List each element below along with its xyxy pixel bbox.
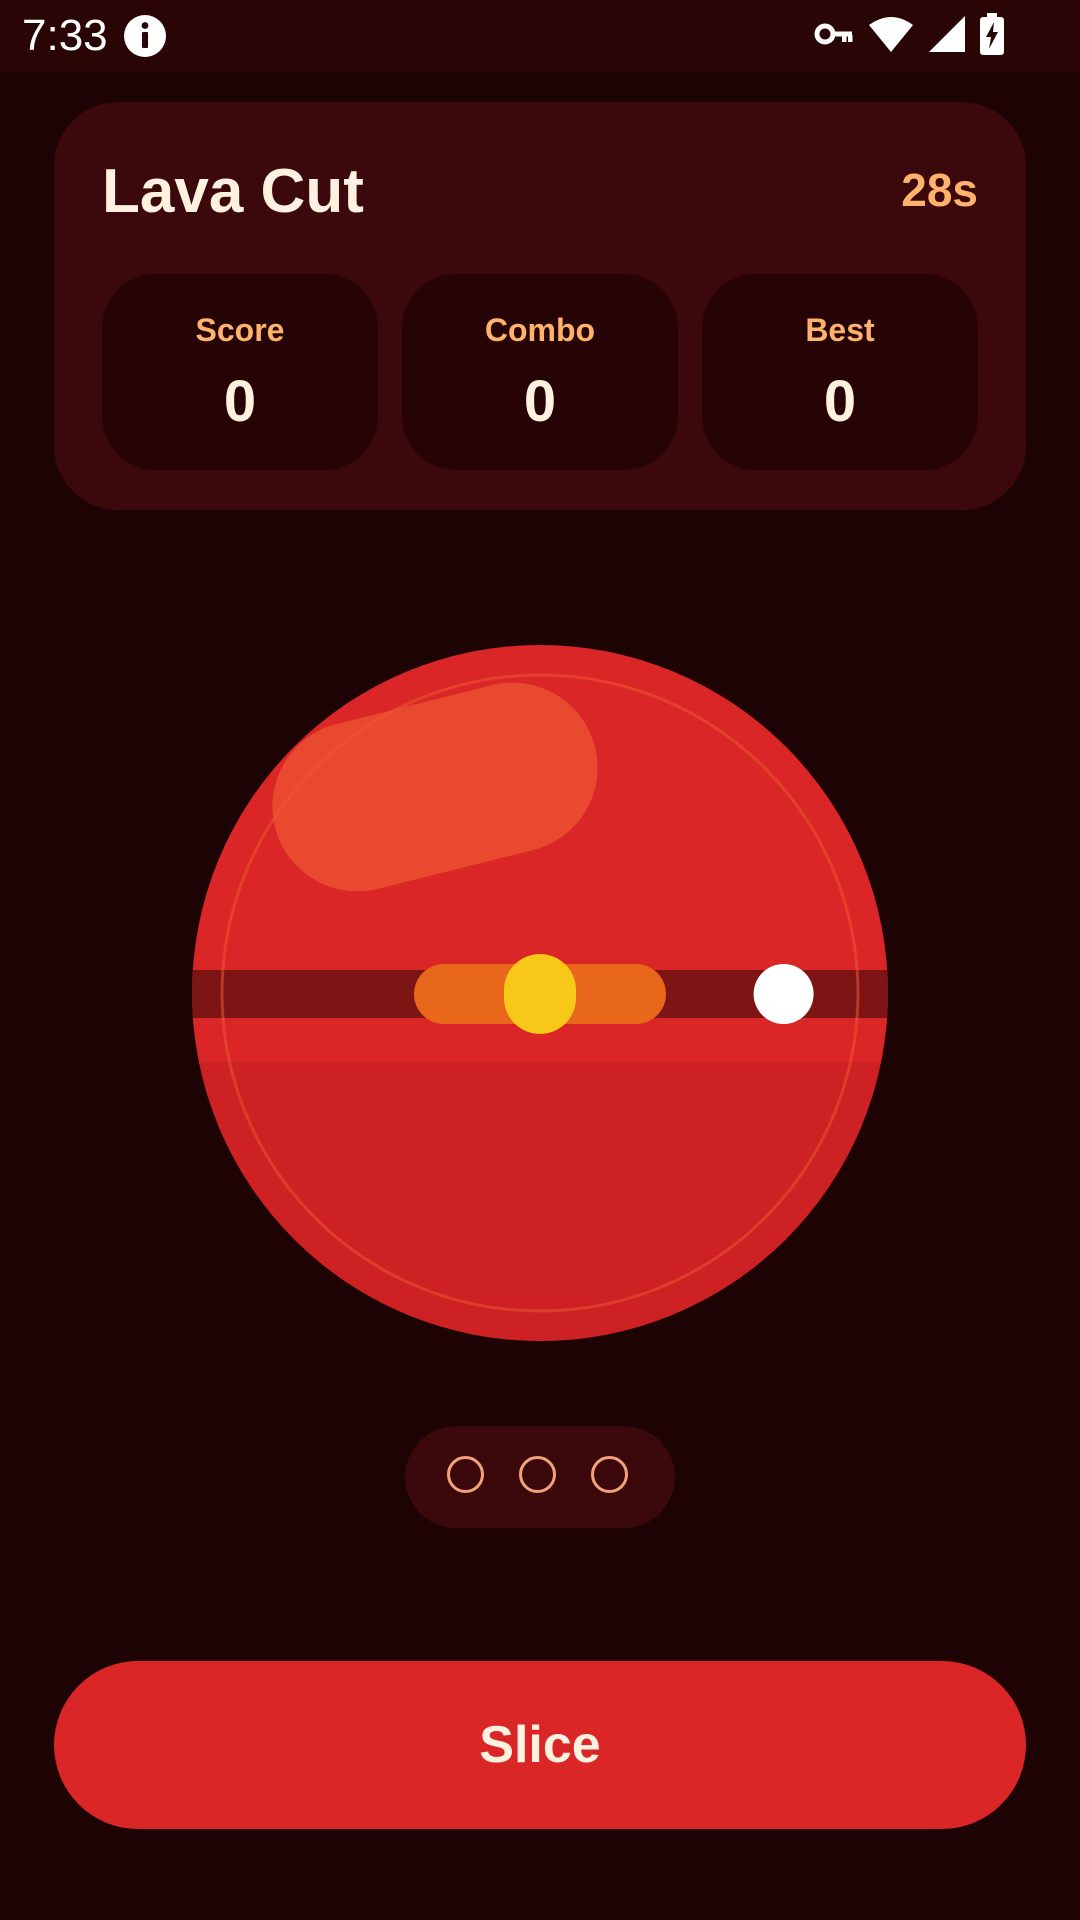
stat-best: Best 0 (702, 274, 978, 470)
lava-ball-canvas (192, 645, 888, 1341)
status-bar: 7:33 (0, 0, 1080, 72)
stat-score-value: 0 (223, 369, 257, 434)
stat-combo-label: Combo (484, 312, 596, 348)
stat-combo: Combo 0 (402, 274, 678, 470)
signal-icon (928, 15, 966, 58)
stat-score: Score 0 (102, 274, 378, 470)
wifi-icon (868, 15, 914, 58)
cursor-dot (753, 964, 814, 1024)
life-2 (519, 1456, 556, 1493)
life-1 (447, 1456, 484, 1493)
target-marker (504, 954, 576, 1034)
game-area[interactable] (0, 620, 1080, 1360)
stat-best-label: Best (805, 312, 875, 348)
stat-best-value: 0 (823, 369, 857, 434)
stat-score-label: Score (195, 312, 285, 348)
stat-combo-value: 0 (523, 369, 557, 434)
timer: 28s (901, 164, 978, 216)
slice-button[interactable]: Slice (54, 1661, 1026, 1829)
life-3 (591, 1456, 628, 1493)
battery-charging-icon (980, 12, 1004, 60)
status-icons (814, 12, 1004, 60)
status-time: 7:33 (22, 11, 108, 60)
game-title: Lava Cut (102, 157, 364, 226)
lives-indicator (405, 1426, 675, 1528)
info-icon (124, 15, 166, 57)
header-card: Lava Cut 28s Score 0 Combo 0 Best 0 (54, 102, 1026, 510)
lava-ball-shade (192, 1062, 888, 1341)
vpn-key-icon (814, 21, 854, 52)
